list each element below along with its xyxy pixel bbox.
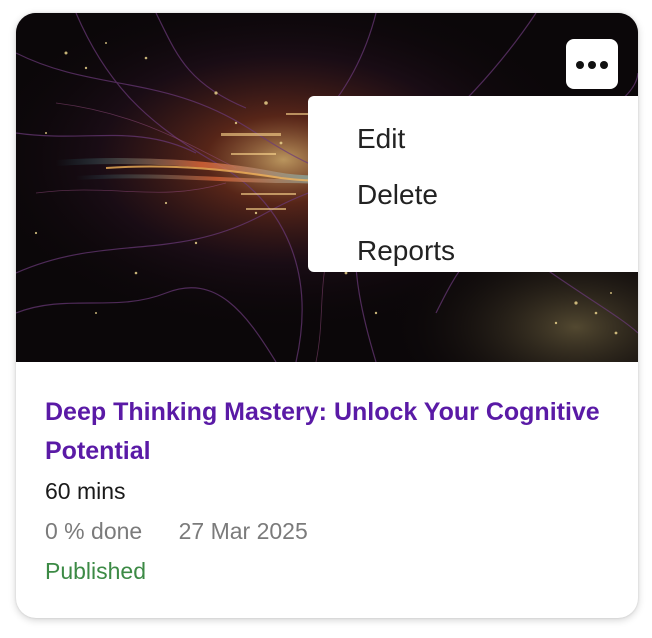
options-menu: Edit Delete Reports bbox=[308, 96, 638, 272]
more-options-icon-dot bbox=[600, 61, 608, 69]
course-meta: 0 % done 27 Mar 2025 bbox=[45, 513, 615, 549]
course-duration: 60 mins bbox=[45, 478, 126, 504]
more-options-button[interactable] bbox=[566, 39, 618, 89]
menu-item-delete[interactable]: Delete bbox=[357, 179, 438, 211]
course-date: 27 Mar 2025 bbox=[178, 518, 308, 544]
status-label: Published bbox=[45, 558, 147, 584]
menu-item-reports[interactable]: Reports bbox=[357, 235, 455, 267]
more-options-icon bbox=[576, 61, 584, 69]
menu-item-edit[interactable]: Edit bbox=[357, 123, 405, 155]
course-info: Deep Thinking Mastery: Unlock Your Cogni… bbox=[45, 393, 615, 589]
cover-image[interactable]: Edit Delete Reports bbox=[16, 13, 638, 362]
more-options-icon-dot bbox=[588, 61, 596, 69]
course-title[interactable]: Deep Thinking Mastery: Unlock Your Cogni… bbox=[45, 393, 615, 471]
course-card[interactable]: Edit Delete Reports Deep Thinking Master… bbox=[16, 13, 638, 618]
progress-text: 0 % done bbox=[45, 518, 143, 544]
